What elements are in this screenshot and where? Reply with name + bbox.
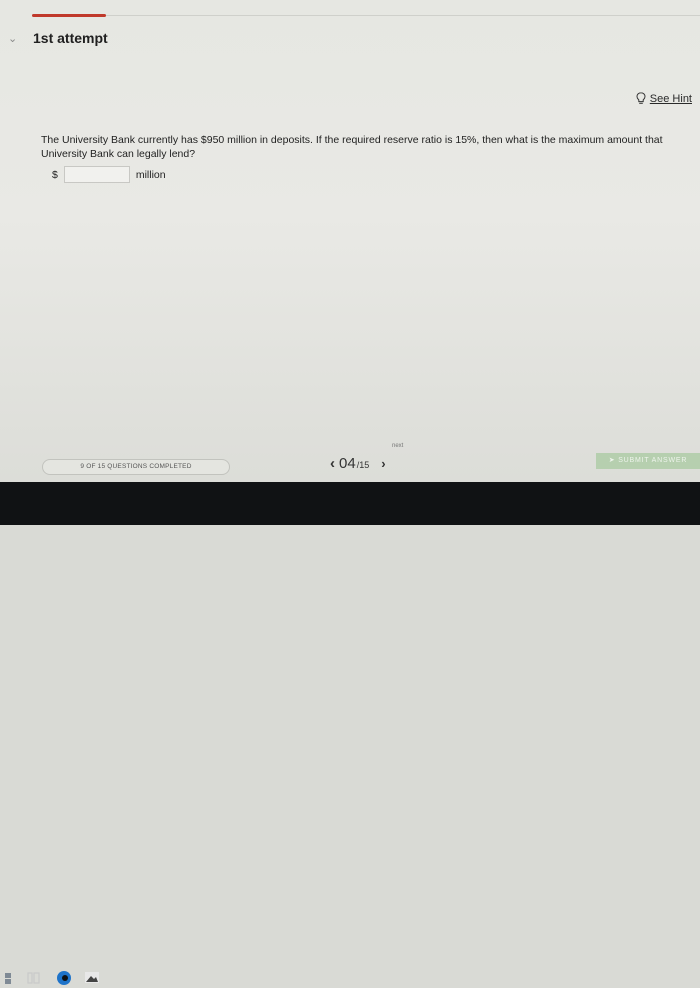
- submit-answer-button[interactable]: ➤ SUBMIT ANSWER: [596, 453, 700, 469]
- taskbar: [0, 482, 700, 985]
- answer-input[interactable]: [63, 166, 130, 183]
- see-hint-link[interactable]: See Hint: [636, 92, 692, 105]
- attempt-title: 1st attempt: [33, 30, 108, 46]
- submit-label: SUBMIT ANSWER: [618, 457, 688, 464]
- prev-arrow-icon[interactable]: ‹: [330, 455, 335, 472]
- progress-indicator: 9 OF 15 QUESTIONS COMPLETED: [42, 459, 230, 475]
- question-text: The University Bank currently has $950 m…: [41, 134, 663, 160]
- section-accent-bar: [32, 14, 106, 17]
- pager: ‹ 04 /15 ›: [330, 455, 386, 472]
- currency-symbol: $: [52, 168, 58, 181]
- photos-icon[interactable]: [82, 968, 102, 988]
- edge-browser-icon[interactable]: [54, 968, 74, 988]
- divider: [106, 15, 700, 16]
- current-page: 04: [339, 455, 356, 472]
- answer-row: $ million: [52, 166, 166, 183]
- unit-label: million: [135, 168, 166, 181]
- submit-arrow-icon: ➤: [608, 457, 616, 464]
- total-pages: /15: [356, 460, 370, 470]
- task-view-icon[interactable]: [24, 968, 44, 988]
- chevron-down-icon[interactable]: ⌄: [8, 34, 20, 45]
- next-arrow-icon[interactable]: ›: [381, 456, 385, 471]
- see-hint-label: See Hint: [649, 92, 692, 105]
- start-icon[interactable]: [2, 968, 22, 988]
- lightbulb-icon: [636, 92, 646, 104]
- next-tooltip: next: [392, 443, 404, 449]
- screen: ⌄ 1st attempt See Hint The University Ba…: [0, 0, 700, 482]
